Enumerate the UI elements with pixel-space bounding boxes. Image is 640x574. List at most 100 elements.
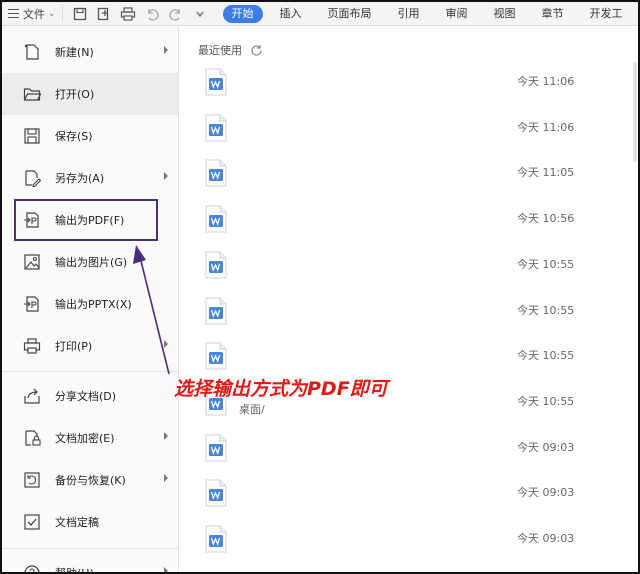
- submenu-arrow-icon: [164, 432, 168, 440]
- recent-file-row[interactable]: 今天 09:03: [198, 479, 630, 525]
- word-document-icon: [204, 68, 228, 96]
- menu-item-print[interactable]: 打印(P): [2, 325, 178, 367]
- word-document-icon: [204, 525, 228, 553]
- tab-developer[interactable]: 开发工: [577, 2, 636, 26]
- file-time: 今天 10:56: [517, 212, 575, 225]
- top-toolbar: 文件 ⌄ 开始 插入 页面布局 引用 审阅 视图 章节 开发工: [2, 2, 638, 26]
- annotation-callout: 选择输出方式为PDF即可: [174, 378, 388, 400]
- ribbon-tabs: 开始 插入 页面布局 引用 审阅 视图 章节 开发工: [222, 2, 636, 26]
- recent-file-row[interactable]: 今天 11:06: [198, 114, 630, 160]
- print-icon: [22, 336, 42, 356]
- recent-file-row[interactable]: 今天 09:03: [198, 525, 630, 571]
- file-time: 今天 11:06: [517, 121, 575, 134]
- finalize-check-icon: [22, 512, 42, 532]
- submenu-arrow-icon: [164, 172, 168, 180]
- menu-item-export-pptx-label: 输出为PPTX(X): [55, 298, 132, 311]
- menu-item-encrypt[interactable]: 文档加密(E): [2, 417, 178, 459]
- tab-home[interactable]: 开始: [222, 4, 263, 23]
- file-time: 今天 11:05: [517, 166, 575, 179]
- tab-review[interactable]: 审阅: [433, 2, 481, 26]
- menu-item-open[interactable]: 打开(O): [2, 73, 178, 115]
- undo-icon[interactable]: [143, 6, 161, 22]
- recent-file-row[interactable]: 今天 10:56: [198, 205, 630, 251]
- menu-divider: [2, 548, 178, 549]
- export-pptx-icon: [22, 294, 42, 314]
- menu-item-share-label: 分享文档(D): [55, 390, 117, 403]
- menu-item-save[interactable]: 保存(S): [2, 115, 178, 157]
- file-path: 桌面/: [239, 403, 265, 416]
- file-time: 今天 10:55: [517, 349, 575, 362]
- tab-page-layout[interactable]: 页面布局: [315, 2, 385, 26]
- submenu-arrow-icon: [164, 567, 168, 572]
- app-window: 文件 ⌄ 开始 插入 页面布局 引用 审阅 视图 章节 开发工 新建(N) 打开…: [0, 0, 640, 574]
- file-time: 今天 10:55: [517, 395, 575, 408]
- word-document-icon: [204, 114, 228, 142]
- submenu-arrow-icon: [164, 474, 168, 482]
- share-icon: [22, 386, 42, 406]
- file-menu-button[interactable]: 文件 ⌄: [2, 2, 62, 26]
- menu-item-save-as[interactable]: 另存为(A): [2, 157, 178, 199]
- lock-document-icon: [22, 428, 42, 448]
- menu-item-new[interactable]: 新建(N): [2, 31, 178, 73]
- menu-item-export-image-label: 输出为图片(G): [55, 256, 128, 269]
- backup-restore-icon: [22, 470, 42, 490]
- scrollbar[interactable]: [633, 62, 637, 162]
- file-time: 今天 09:03: [517, 532, 575, 545]
- recent-file-row[interactable]: 今天 10:55: [198, 297, 630, 343]
- menu-item-export-pptx[interactable]: 输出为PPTX(X): [2, 283, 178, 325]
- word-document-icon: [204, 205, 228, 233]
- quick-access-bar: [61, 5, 209, 22]
- redo-icon[interactable]: [167, 6, 185, 22]
- menu-item-save-as-label: 另存为(A): [55, 172, 105, 185]
- help-icon: [22, 563, 42, 572]
- tab-view[interactable]: 视图: [481, 2, 529, 26]
- submenu-arrow-icon: [164, 46, 168, 54]
- recent-title: 最近使用: [198, 44, 242, 57]
- menu-item-open-label: 打开(O): [55, 88, 95, 101]
- menu-item-help-label: 帮助(H): [55, 567, 94, 574]
- print-icon[interactable]: [119, 6, 137, 22]
- recent-file-row[interactable]: 今天 10:55: [198, 251, 630, 297]
- export-image-icon: [22, 252, 42, 272]
- file-menu-label: 文件: [23, 7, 45, 21]
- menu-item-backup[interactable]: 备份与恢复(K): [2, 459, 178, 501]
- file-time: 今天 10:55: [517, 304, 575, 317]
- file-time: 今天 11:06: [517, 75, 575, 88]
- submenu-arrow-icon: [164, 340, 168, 348]
- word-document-icon: [204, 342, 228, 370]
- recent-header: 最近使用: [198, 42, 263, 58]
- save-icon[interactable]: [71, 6, 89, 22]
- tab-section[interactable]: 章节: [529, 2, 577, 26]
- menu-item-finalize-label: 文档定稿: [55, 516, 99, 529]
- more-dropdown-icon[interactable]: [191, 6, 209, 22]
- word-document-icon: [204, 251, 228, 279]
- tab-insert[interactable]: 插入: [267, 2, 315, 26]
- menu-item-finalize[interactable]: 文档定稿: [2, 501, 178, 543]
- menu-item-new-label: 新建(N): [55, 46, 94, 59]
- recent-file-row[interactable]: 今天 11:05: [198, 159, 630, 205]
- menu-item-save-label: 保存(S): [55, 130, 93, 143]
- save-icon: [22, 126, 42, 146]
- refresh-icon[interactable]: [250, 44, 263, 57]
- word-document-icon: [204, 297, 228, 325]
- tab-references[interactable]: 引用: [385, 2, 433, 26]
- recent-file-row[interactable]: 今天 11:06: [198, 68, 630, 114]
- chevron-down-icon: ⌄: [48, 8, 56, 19]
- file-time: 今天 09:03: [517, 486, 575, 499]
- word-document-icon: [204, 159, 228, 187]
- word-document-icon: [204, 479, 228, 507]
- hamburger-icon: [8, 9, 19, 18]
- menu-item-share[interactable]: 分享文档(D): [2, 375, 178, 417]
- menu-item-export-image[interactable]: 输出为图片(G): [2, 241, 178, 283]
- file-time: 今天 10:55: [517, 258, 575, 271]
- menu-item-help[interactable]: 帮助(H): [2, 552, 178, 574]
- new-document-icon: [22, 42, 42, 62]
- menu-divider: [2, 371, 178, 372]
- file-time: 今天 09:03: [517, 441, 575, 454]
- recent-file-row[interactable]: 今天 09:03: [198, 434, 630, 480]
- template-icon[interactable]: [95, 6, 113, 22]
- word-document-icon: [204, 434, 228, 462]
- save-as-icon: [22, 168, 42, 188]
- menu-item-print-label: 打印(P): [55, 340, 93, 353]
- folder-icon: [22, 84, 42, 104]
